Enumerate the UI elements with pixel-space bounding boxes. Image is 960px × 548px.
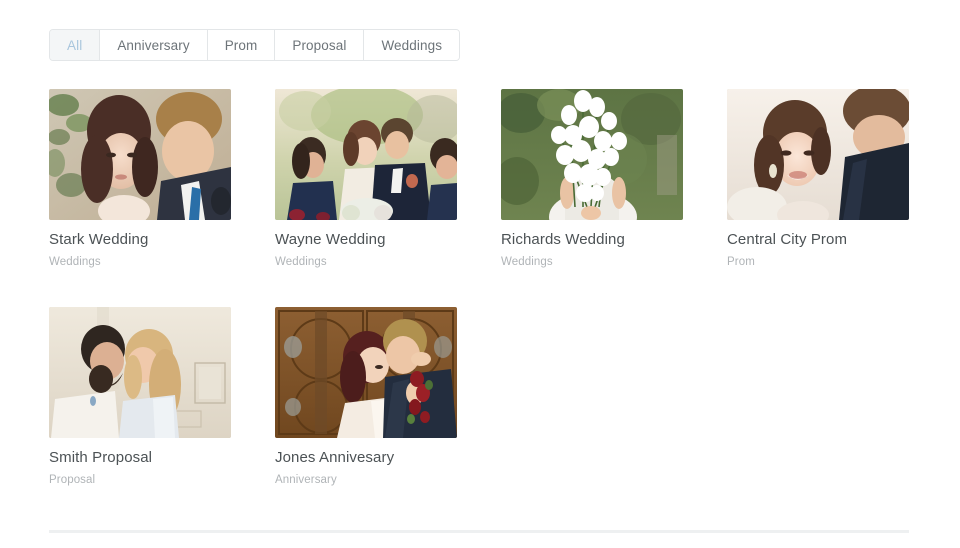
gallery-card-title: Smith Proposal xyxy=(49,448,153,466)
gallery-card-category: Proposal xyxy=(49,473,96,486)
thumbnail-bride-white-flower-bouquet[interactable] xyxy=(501,89,683,220)
filter-tab-weddings[interactable]: Weddings xyxy=(364,30,460,60)
filter-tab-anniversary[interactable]: Anniversary xyxy=(100,30,208,60)
gallery-card-category: Anniversary xyxy=(275,473,337,486)
thumbnail-couple-kissing-beige-wall[interactable] xyxy=(49,306,231,438)
filter-tab-label: Prom xyxy=(224,37,258,53)
gallery-card-category: Weddings xyxy=(49,256,101,268)
thumbnail-bride-groom-portrait-foliage[interactable] xyxy=(49,89,231,220)
gallery-card[interactable]: Richards Wedding Weddings xyxy=(501,89,683,270)
filter-tab-label: Weddings xyxy=(381,37,443,53)
filter-tab-all[interactable]: All xyxy=(50,30,101,60)
filter-tab-label: Proposal xyxy=(292,37,347,53)
gallery-card-category: Weddings xyxy=(501,256,553,268)
section-divider xyxy=(49,530,909,533)
filter-tab-label: All xyxy=(67,37,83,53)
gallery-card-title: Central City Prom xyxy=(727,231,848,248)
gallery-grid: Stark Wedding Weddings Wayne Wedding Wed… xyxy=(49,89,909,525)
thumbnail-wedding-party-group-outdoor[interactable] xyxy=(275,89,457,220)
thumbnail-couple-wooden-doors-embrace[interactable] xyxy=(275,306,457,438)
gallery-card-category: Weddings xyxy=(275,256,327,268)
gallery-card[interactable]: Smith Proposal Proposal xyxy=(49,306,231,488)
gallery-card[interactable]: Jones Annivesary Anniversary xyxy=(275,306,457,488)
filter-tab-label: Anniversary xyxy=(117,37,190,53)
gallery-card[interactable]: Stark Wedding Weddings xyxy=(49,89,231,270)
category-filter-bar: All Anniversary Prom Proposal Weddings xyxy=(49,29,461,61)
gallery-card-title: Jones Annivesary xyxy=(275,448,395,466)
gallery-card-title: Richards Wedding xyxy=(501,231,625,248)
filter-tab-proposal[interactable]: Proposal xyxy=(275,30,365,60)
gallery-card-category: Prom xyxy=(727,256,755,268)
gallery-card[interactable]: Central City Prom Prom xyxy=(727,89,909,270)
gallery-card-title: Stark Wedding xyxy=(49,231,149,248)
portfolio-gallery-page: All Anniversary Prom Proposal Weddings S… xyxy=(0,0,960,548)
gallery-card[interactable]: Wayne Wedding Weddings xyxy=(275,89,457,270)
filter-tab-prom[interactable]: Prom xyxy=(207,30,276,60)
thumbnail-smiling-woman-updo-with-man[interactable] xyxy=(727,89,909,220)
gallery-card-title: Wayne Wedding xyxy=(275,231,386,248)
